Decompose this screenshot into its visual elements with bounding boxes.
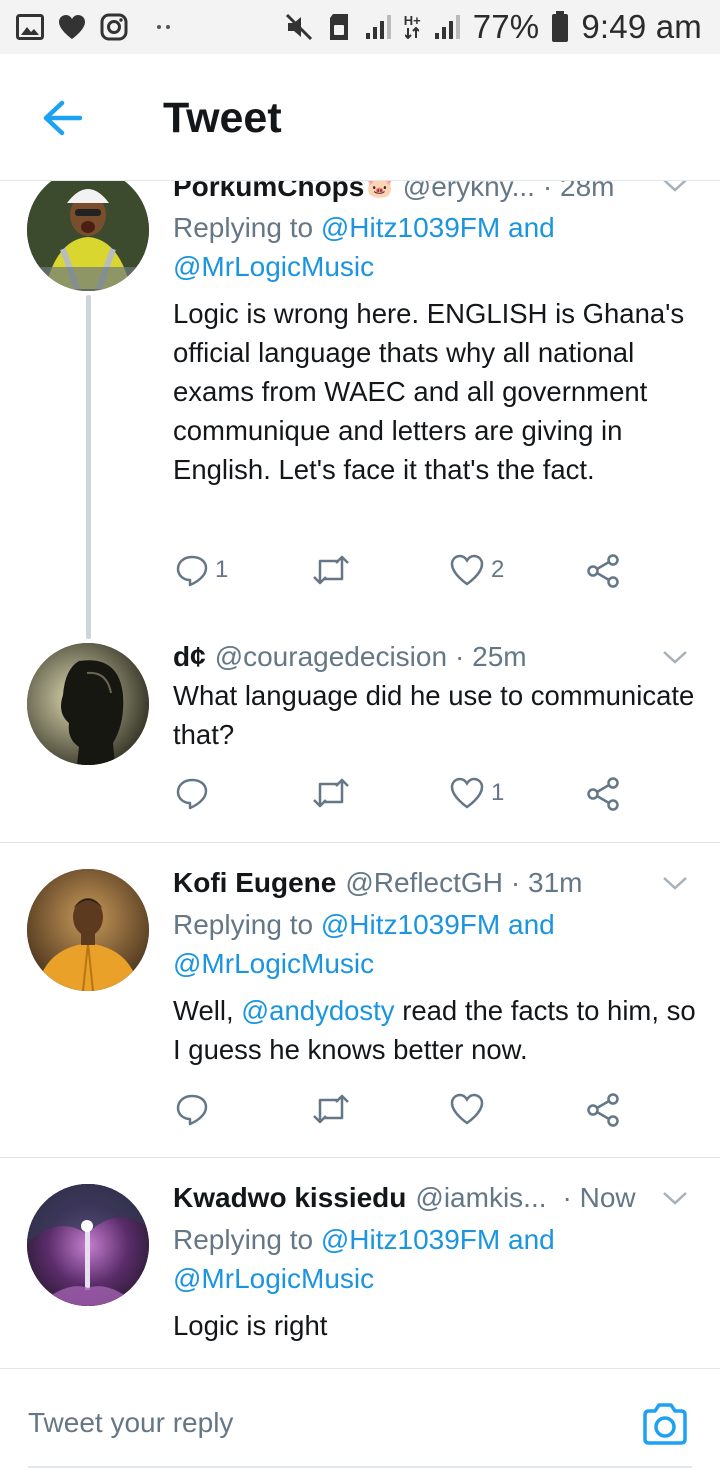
reply-feed[interactable]: PorkumChops 🐷 @erykny... · 28m Replying … [0, 181, 720, 1368]
like-count: 2 [491, 556, 505, 583]
tweet-time: · 28m [542, 181, 615, 202]
reply-count: 1 [215, 556, 229, 583]
chevron-down-icon[interactable] [660, 647, 690, 667]
mention-link[interactable]: @MrLogicMusic [173, 251, 374, 282]
like-count: 1 [491, 779, 505, 806]
battery-percent: 77% [472, 8, 540, 45]
mention-link[interactable]: @andydosty [241, 995, 394, 1026]
avatar[interactable] [27, 181, 149, 291]
gallery-icon [16, 14, 44, 40]
tweet-actions [175, 1092, 645, 1132]
avatar[interactable] [27, 643, 149, 765]
mention-link[interactable]: @MrLogicMusic [173, 1263, 374, 1294]
display-name[interactable]: Kwadwo kissiedu [173, 1182, 406, 1214]
more-dots-icon [156, 23, 172, 31]
like-button[interactable]: 1 [449, 776, 504, 810]
reply-button[interactable]: 1 [175, 553, 228, 587]
replying-to: Replying to @Hitz1039FM and @MrLogicMusi… [173, 1224, 555, 1294]
header-bar: Tweet [0, 54, 720, 181]
status-bar: H+ 77% 9:49 am [0, 0, 720, 54]
replying-to: Replying to @Hitz1039FM and @MrLogicMusi… [173, 212, 555, 282]
share-button[interactable] [585, 553, 621, 589]
avatar[interactable] [27, 1184, 149, 1306]
share-icon [587, 777, 619, 811]
thread-line [86, 295, 91, 639]
chevron-down-icon[interactable] [660, 873, 690, 893]
sim-icon [326, 12, 352, 42]
back-button[interactable] [40, 96, 84, 140]
reply-input[interactable]: Tweet your reply [28, 1407, 233, 1439]
share-button[interactable] [585, 1092, 621, 1128]
signal-icon [364, 13, 392, 41]
avatar[interactable] [27, 869, 149, 991]
replying-to: Replying to @Hitz1039FM and @MrLogicMusi… [173, 909, 555, 979]
tweet-kwadwo-kissiedu[interactable]: Kwadwo kissiedu @iamkis... · Now Replyin… [0, 1158, 720, 1368]
tweet-header: PorkumChops 🐷 @erykny... · 28m [173, 181, 615, 207]
tweet-text: What language did he use to communicate … [173, 680, 695, 750]
mention-link[interactable]: @Hitz1039FM [321, 212, 500, 243]
share-button[interactable] [585, 776, 621, 812]
retweet-icon [313, 1094, 349, 1124]
battery-icon [551, 11, 569, 43]
heart-outline-icon [450, 554, 484, 586]
reply-input-underline [28, 1466, 692, 1468]
tweet-header: Kofi Eugene @ReflectGH · 31m [173, 863, 583, 903]
display-name[interactable]: Kofi Eugene [173, 867, 336, 899]
display-name[interactable]: PorkumChops [173, 181, 364, 203]
user-handle[interactable]: @erykny... [403, 181, 535, 203]
tweet-text: Logic is wrong here. ENGLISH is Ghana's … [173, 298, 685, 485]
user-handle[interactable]: @ReflectGH [345, 867, 503, 899]
retweet-icon [313, 778, 349, 808]
retweet-icon [313, 555, 349, 585]
arrow-left-icon [43, 100, 82, 136]
share-icon [587, 554, 619, 588]
instagram-icon [100, 13, 128, 41]
tweet-text: Logic is right [173, 1310, 328, 1341]
mention-link[interactable]: @Hitz1039FM [321, 909, 500, 940]
user-handle[interactable]: @couragedecision [215, 641, 447, 673]
chevron-down-icon[interactable] [660, 1188, 690, 1208]
page-title: Tweet [163, 94, 282, 142]
tweet-text: Well, @andydosty read the facts to him, … [173, 995, 696, 1065]
mute-icon [284, 12, 314, 42]
clock: 9:49 am [581, 8, 702, 45]
heart-outline-icon [450, 1093, 484, 1125]
tweet-header: Kwadwo kissiedu @iamkis... · Now [173, 1178, 636, 1218]
tweet-header: d¢ @couragedecision · 25m [173, 637, 527, 677]
heart-outline-icon [450, 777, 484, 809]
camera-button[interactable] [640, 1399, 690, 1449]
reply-icon [176, 778, 208, 810]
tweet-time: · 25m [455, 641, 527, 672]
reply-button[interactable] [175, 1092, 209, 1126]
reply-composer[interactable]: Tweet your reply [0, 1368, 720, 1480]
tweet-actions: 1 2 [175, 553, 645, 593]
retweet-button[interactable] [311, 776, 351, 810]
tweet-time: · 31m [510, 867, 583, 898]
tweet-time: · Now [562, 1182, 636, 1213]
user-handle[interactable]: @iamkis... [415, 1182, 546, 1214]
tweet-kofi-eugene[interactable]: Kofi Eugene @ReflectGH · 31m Replying to… [0, 843, 720, 1157]
like-button[interactable]: 2 [449, 553, 504, 587]
signal-icon [433, 13, 461, 41]
share-icon [587, 1093, 619, 1127]
heart-icon [58, 14, 86, 40]
retweet-button[interactable] [311, 1092, 351, 1126]
data-type-label: H+ [404, 14, 421, 39]
mention-link[interactable]: @Hitz1039FM [321, 1224, 500, 1255]
reply-icon [176, 1094, 208, 1126]
pig-emoji: 🐷 [366, 181, 394, 199]
display-name[interactable]: d¢ [173, 641, 206, 673]
camera-icon [643, 1403, 687, 1445]
mention-link[interactable]: @MrLogicMusic [173, 948, 374, 979]
reply-icon [176, 555, 208, 587]
like-button[interactable] [449, 1092, 485, 1126]
reply-button[interactable] [175, 776, 209, 810]
tweet-actions: 1 [175, 776, 645, 816]
retweet-button[interactable] [311, 553, 351, 587]
chevron-down-icon[interactable] [660, 181, 690, 195]
tweet-dc[interactable]: d¢ @couragedecision · 25m What language … [0, 621, 720, 843]
